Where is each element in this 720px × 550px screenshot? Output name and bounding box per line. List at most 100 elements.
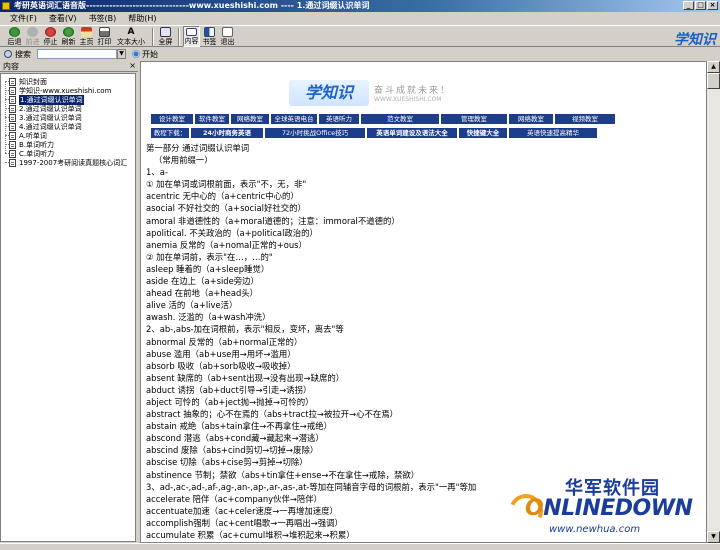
nav-link[interactable]: 设计教室 <box>151 114 193 124</box>
search-label: 搜索 <box>15 49 31 59</box>
window-title: 考研英语词汇语音版-------------------------------… <box>14 1 370 10</box>
contents-icon <box>186 28 197 36</box>
menu-file[interactable]: 文件(F) <box>10 13 37 24</box>
menu-help[interactable]: 帮助(H) <box>128 13 156 24</box>
search-icon <box>4 50 12 58</box>
search-start-button[interactable]: 开始 <box>142 49 158 60</box>
bookmark-button[interactable]: 书签 <box>201 26 218 47</box>
nav-link[interactable]: 快捷键大全 <box>459 128 507 138</box>
bookmark-icon <box>204 27 215 37</box>
search-dropdown-button[interactable]: ▼ <box>117 49 126 59</box>
menu-view[interactable]: 查看(V) <box>49 13 77 24</box>
document-icon <box>9 131 16 140</box>
article-line: acentric 无中心的（a+centric中心的） <box>146 191 299 202</box>
toolbar: 后退 前进 停止 刷新 主页 打印 A 文本大小 全屏 内容 书签 退出 <box>0 25 720 47</box>
nav-link[interactable]: 英语听力 <box>319 114 359 124</box>
toolbar-separator <box>178 28 180 46</box>
refresh-button[interactable]: 刷新 <box>60 26 77 47</box>
article-line: 1、a- <box>146 167 168 178</box>
nav-link[interactable]: 网络教室 <box>231 114 269 124</box>
print-button[interactable]: 打印 <box>96 26 113 47</box>
contents-pane: 内容 × 知识封面 学知识-www.xueshishi.com 1.通过词缀认识… <box>0 61 138 543</box>
watermark-logo: 华军软件园 ONLINEDOWN www.newhua.com <box>504 474 715 542</box>
forward-button[interactable]: 前进 <box>24 26 41 47</box>
back-button[interactable]: 后退 <box>6 26 23 47</box>
article-line: asocial 不好社交的（a+social好社交的） <box>146 203 306 214</box>
nav-link[interactable]: 英语单词建设及语法大全 <box>367 128 457 138</box>
nav-row-categories: 设计教室 软件教室 网络教室 全球英语电台 英语听力 范文教室 管理教室 网络教… <box>151 114 615 124</box>
document-icon <box>9 86 16 95</box>
forward-arrow-icon <box>27 27 38 37</box>
article-line: ① 加在单词或词根前面，表示"不，无，非" <box>146 179 307 190</box>
article-line: 第一部分 通过词缀认识单词 <box>146 143 250 153</box>
article-line: awash. 泛滥的（a+wash冲洗） <box>146 312 271 323</box>
maximize-button[interactable]: □ <box>695 1 706 10</box>
document-icon <box>9 140 16 149</box>
title-bar: 考研英语词汇语音版-------------------------------… <box>0 0 720 12</box>
article-line: ② 加在单词前，表示"在…，…的" <box>146 251 273 262</box>
article-line: abnormal 反常的（ab+normal正常的） <box>146 336 303 347</box>
font-size-button[interactable]: A 文本大小 <box>114 26 148 47</box>
printer-icon <box>99 27 110 37</box>
banner-slogan: 奋斗成就未来！ <box>374 86 452 96</box>
menu-bookmarks[interactable]: 书签(B) <box>89 13 117 24</box>
article-line: asleep 睡着的（a+sleep睡觉） <box>146 263 270 274</box>
tree-item[interactable]: 1997-2007考研阅读真题核心词汇 <box>5 158 135 167</box>
pane-header: 内容 × <box>0 61 138 72</box>
menu-bar: 文件(F) 查看(V) 书签(B) 帮助(H) <box>0 13 720 24</box>
article-line: abstain 戒绝（abs+tain拿住→不再拿住→戒绝） <box>146 421 332 432</box>
fullscreen-button[interactable]: 全屏 <box>157 26 174 47</box>
scroll-thumb[interactable] <box>707 73 720 89</box>
article-line: abscond 潜逃（abs+cond藏→藏起来→潜逃） <box>146 433 324 444</box>
app-icon <box>2 2 10 10</box>
exit-icon <box>222 27 233 37</box>
toolbar-separator <box>152 28 154 46</box>
window-controls: _ □ × <box>683 1 718 10</box>
article-line: 2、ab-,abs-加在词根前，表示"相反，变坏，离去"等 <box>146 324 344 335</box>
minimize-button[interactable]: _ <box>683 1 694 10</box>
pane-close-button[interactable]: × <box>129 62 136 70</box>
stop-icon <box>45 27 56 37</box>
nav-link[interactable]: 网络教室 <box>509 114 553 124</box>
exit-button[interactable]: 退出 <box>219 26 236 47</box>
article-line: abduct 诱拐（ab+duct引导→引走→诱拐） <box>146 384 312 395</box>
document-icon <box>9 149 16 158</box>
document-icon <box>9 104 16 113</box>
status-bar <box>0 543 720 550</box>
stop-button[interactable]: 停止 <box>42 26 59 47</box>
nav-link[interactable]: 视频教室 <box>555 114 615 124</box>
home-button[interactable]: 主页 <box>78 26 95 47</box>
vertical-scrollbar[interactable]: ▲ ▼ <box>707 61 720 543</box>
nav-link[interactable]: 72小时挑战Office技巧 <box>265 128 365 138</box>
nav-link[interactable]: 范文教室 <box>361 114 439 124</box>
article-line: apolitical. 不关政治的（a+political政治的） <box>146 227 318 238</box>
banner-logo: 学知识 <box>289 80 369 106</box>
search-bar: 搜索 ▼ 开始 <box>0 48 720 60</box>
nav-link[interactable]: 英语快速提高精华 <box>509 128 597 138</box>
nav-row-downloads: 教程下载： 24小时商务英语 72小时挑战Office技巧 英语单词建设及语法大… <box>151 128 597 138</box>
watermark-en: ONLINEDOWN <box>525 496 693 521</box>
nav-link[interactable]: 24小时商务英语 <box>191 128 263 138</box>
content-pane: 学知识 奋斗成就未来！ WWW.XUESHISHI.COM 设计教室 软件教室 … <box>140 61 707 543</box>
nav-link[interactable]: 管理教室 <box>441 114 507 124</box>
article-line: abscise 切除（abs+cise剪→剪掉→切除） <box>146 457 308 468</box>
article-line: alive 活的（a+live活） <box>146 300 238 311</box>
close-button[interactable]: × <box>707 1 718 10</box>
nav-link[interactable]: 软件教室 <box>195 114 229 124</box>
article-line: abstract 抽象的；心不在焉的（abs+tract拉→被拉开→心不在焉） <box>146 409 398 420</box>
home-icon <box>81 27 92 37</box>
scroll-up-button[interactable]: ▲ <box>707 61 720 73</box>
document-icon <box>9 77 16 86</box>
article-line: （常用前缀一） <box>154 155 213 166</box>
article-line: ahead 在前地（a+head头） <box>146 288 259 299</box>
article-line: absorb 吸收（ab+sorb吸收→吸收掉） <box>146 360 296 371</box>
nav-label: 教程下载： <box>151 128 189 138</box>
search-input[interactable] <box>37 49 117 59</box>
contents-button[interactable]: 内容 <box>183 26 200 47</box>
pane-title: 内容 <box>3 62 19 71</box>
contents-tree: 知识封面 学知识-www.xueshishi.com 1.通过词缀认识单词 2.… <box>0 73 136 542</box>
article-line: abscind 废除（abs+cind剪切→切掉→废除） <box>146 445 319 456</box>
document-icon <box>9 122 16 131</box>
nav-link[interactable]: 全球英语电台 <box>271 114 317 124</box>
search-go-icon[interactable] <box>132 50 140 58</box>
